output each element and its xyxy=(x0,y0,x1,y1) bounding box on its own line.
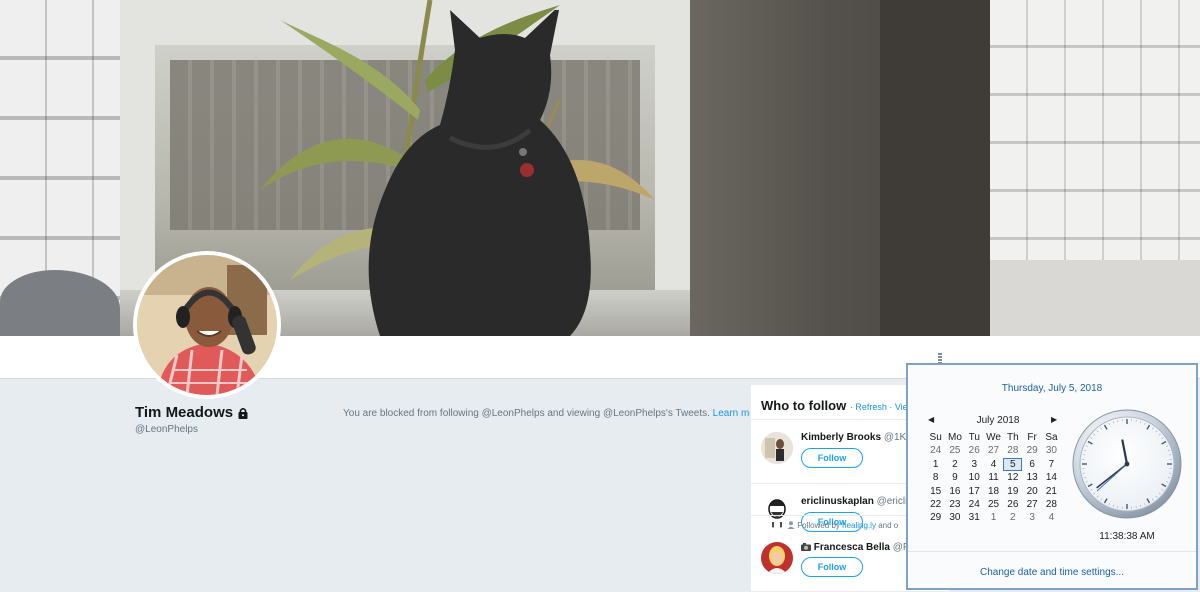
clock-flyout: Thursday, July 5, 2018 ◀ July 2018 ▶ Su M… xyxy=(906,363,1198,590)
calendar-day[interactable]: 22 xyxy=(926,498,945,511)
weekday-header: Tu xyxy=(968,432,980,443)
calendar-month-label[interactable]: July 2018 xyxy=(948,415,1048,426)
calendar-day[interactable]: 25 xyxy=(984,498,1003,511)
calendar-day[interactable]: 15 xyxy=(926,485,945,498)
person-icon xyxy=(787,521,795,529)
weekday-header: We xyxy=(986,432,1001,443)
calendar-day[interactable]: 27 xyxy=(1022,498,1041,511)
flyout-divider xyxy=(908,551,1196,552)
weekday-header: Th xyxy=(1007,432,1019,443)
suggestion-name-row[interactable]: Kimberly Brooks @1Kim xyxy=(801,432,917,443)
who-to-follow-header: Who to follow · Refresh · View a xyxy=(761,398,922,413)
analog-clock xyxy=(1072,409,1182,519)
followed-by-context: Followed by healing.ly and o xyxy=(787,521,898,530)
calendar-day[interactable]: 30 xyxy=(945,511,964,524)
refresh-link[interactable]: Refresh xyxy=(855,402,887,412)
profile-handle: @LeonPhelps xyxy=(135,424,198,435)
calendar-day[interactable]: 6 xyxy=(1022,458,1041,471)
calendar-day[interactable]: 28 xyxy=(1042,498,1061,511)
calendar-day[interactable]: 31 xyxy=(965,511,984,524)
weekday-header: Fr xyxy=(1027,432,1037,443)
calendar-day[interactable]: 18 xyxy=(984,485,1003,498)
calendar-day[interactable]: 7 xyxy=(1042,458,1061,471)
weekday-header: Mo xyxy=(947,432,962,443)
suggestion-name: Francesca Bella xyxy=(813,542,890,553)
who-to-follow-title: Who to follow xyxy=(761,398,847,413)
calendar-day[interactable]: 24 xyxy=(926,444,945,457)
calendar-day[interactable]: 28 xyxy=(1003,444,1022,457)
calendar-day[interactable]: 10 xyxy=(965,471,984,484)
weekday-header: Su xyxy=(929,432,942,443)
calendar-day[interactable]: 2 xyxy=(945,458,964,471)
suggestion-avatar[interactable] xyxy=(761,542,793,574)
taskbar-resize-handle[interactable] xyxy=(938,353,942,363)
photo-window-right-joints xyxy=(990,0,1200,260)
calendar-day[interactable]: 21 xyxy=(1042,485,1061,498)
profile-avatar[interactable] xyxy=(133,251,281,399)
calendar-day[interactable]: 26 xyxy=(1003,498,1022,511)
camera-emoji-icon xyxy=(801,543,811,551)
calendar-day[interactable]: 1 xyxy=(926,458,945,471)
calendar-day[interactable]: 17 xyxy=(965,485,984,498)
change-datetime-settings-link[interactable]: Change date and time settings... xyxy=(908,567,1196,578)
calendar-day[interactable]: 23 xyxy=(945,498,964,511)
followed-by-link[interactable]: healing.ly xyxy=(842,521,876,530)
calendar-day[interactable]: 12 xyxy=(1003,471,1022,484)
flyout-long-date[interactable]: Thursday, July 5, 2018 xyxy=(908,383,1196,394)
calendar-day[interactable]: 8 xyxy=(926,471,945,484)
follow-button[interactable]: Follow xyxy=(801,448,863,468)
calendar-grid: Su Mo Tu We Th Fr Sa 24 25 26 27 28 29 30 1 2 3 4 5 6 7 8 9 10 1… xyxy=(926,431,1061,525)
photo-wall-corner xyxy=(880,0,990,336)
chevron-right-icon[interactable]: ▶ xyxy=(1051,415,1057,424)
calendar-day[interactable]: 20 xyxy=(1022,485,1041,498)
calendar-day[interactable]: 29 xyxy=(1022,444,1041,457)
suggestion-avatar[interactable] xyxy=(761,432,793,464)
weekday-header: Sa xyxy=(1045,432,1058,443)
calendar-day[interactable]: 14 xyxy=(1042,471,1061,484)
calendar-day[interactable]: 3 xyxy=(965,458,984,471)
followed-by-suffix: and o xyxy=(878,521,899,530)
digital-time: 11:38:38 AM xyxy=(1099,531,1155,542)
calendar-day-today[interactable]: 5 xyxy=(1003,457,1023,472)
follow-button[interactable]: Follow xyxy=(801,557,863,577)
calendar-day[interactable]: 4 xyxy=(984,458,1003,471)
photo-cat xyxy=(368,10,591,336)
calendar-day[interactable]: 30 xyxy=(1042,444,1061,457)
calendar-day[interactable]: 2 xyxy=(1003,511,1022,524)
calendar-day[interactable]: 16 xyxy=(945,485,964,498)
profile-name[interactable]: Tim Meadows xyxy=(135,404,249,421)
suggestion-name: ericlinuskaplan xyxy=(801,496,874,507)
suggestion-name-row[interactable]: ericlinuskaplan @ericlin xyxy=(801,496,913,507)
separator-dot: · xyxy=(886,402,895,412)
blocked-message: You are blocked from following @LeonPhel… xyxy=(343,408,764,419)
suggestion-name: Kimberly Brooks xyxy=(801,432,882,443)
followed-by-text: Followed by xyxy=(797,521,840,530)
calendar-day[interactable]: 1 xyxy=(984,511,1003,524)
calendar-day[interactable]: 25 xyxy=(945,444,964,457)
blocked-message-text: You are blocked from following @LeonPhel… xyxy=(343,408,710,419)
calendar-day[interactable]: 3 xyxy=(1022,511,1041,524)
profile-name-text: Tim Meadows xyxy=(135,404,234,421)
lock-icon xyxy=(238,407,248,419)
calendar-day[interactable]: 9 xyxy=(945,471,964,484)
calendar-day[interactable]: 11 xyxy=(984,471,1003,484)
avatar-photo xyxy=(137,255,277,395)
calendar-day[interactable]: 19 xyxy=(1003,485,1022,498)
suggestion-name-row[interactable]: Francesca Bella @F xyxy=(801,542,909,553)
calendar-day[interactable]: 27 xyxy=(984,444,1003,457)
chevron-left-icon[interactable]: ◀ xyxy=(928,415,934,424)
calendar-day[interactable]: 26 xyxy=(965,444,984,457)
calendar-day[interactable]: 29 xyxy=(926,511,945,524)
calendar-day[interactable]: 13 xyxy=(1022,471,1041,484)
calendar-day[interactable]: 24 xyxy=(965,498,984,511)
calendar-day[interactable]: 4 xyxy=(1042,511,1061,524)
